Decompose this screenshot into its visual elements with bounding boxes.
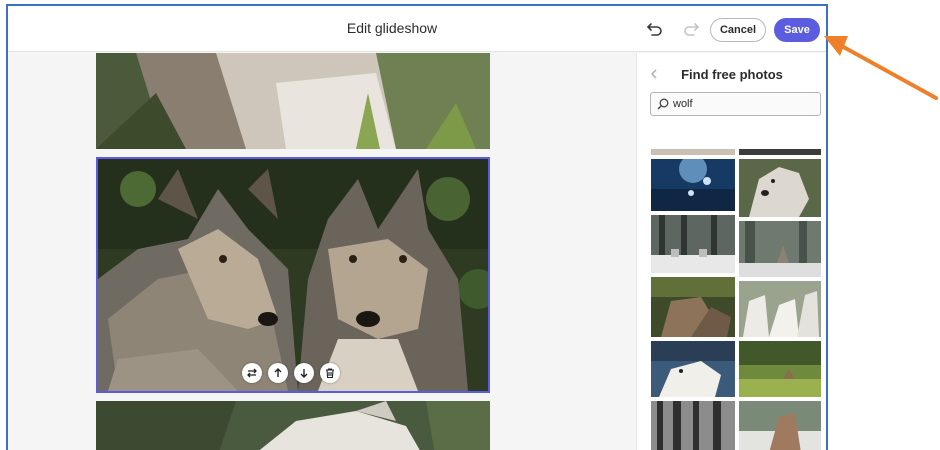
slide-wolf-closeup[interactable] [96,53,490,149]
slides-canvas[interactable] [8,53,636,450]
photo-thumbnail[interactable] [651,149,735,155]
photo-thumbnail[interactable] [739,149,821,155]
glideshow-editor-window: Edit glideshow Cancel Save Find free pho… [6,4,828,450]
photo-thumbnail[interactable] [739,401,821,450]
photo-thumbnail[interactable] [739,221,821,277]
slide-white-wolf[interactable] [96,401,490,450]
search-icon [656,97,670,111]
panel-title: Find free photos [681,67,783,82]
search-input[interactable] [673,96,813,112]
arrow-up-icon[interactable] [268,363,288,383]
slide-toolbar [242,363,340,383]
cancel-button[interactable]: Cancel [710,18,766,42]
editor-header: Edit glideshow Cancel Save [8,6,826,52]
photo-thumbnail[interactable] [739,159,821,217]
trash-icon[interactable] [320,363,340,383]
photo-thumbnail[interactable] [651,159,735,211]
photo-thumbnail[interactable] [739,281,821,337]
save-button[interactable]: Save [774,18,820,42]
photo-thumbnail[interactable] [651,277,735,337]
search-field[interactable] [650,92,821,116]
swap-icon[interactable] [242,363,262,383]
photo-thumbnail[interactable] [651,341,735,397]
photo-thumbnail[interactable] [739,341,821,397]
find-free-photos-panel: Find free photos [636,53,826,450]
annotation-arrow [824,36,938,100]
arrow-down-icon[interactable] [294,363,314,383]
undo-icon[interactable] [644,18,666,40]
photo-thumbnail[interactable] [651,401,735,450]
redo-icon[interactable] [680,18,702,40]
photo-thumbnail[interactable] [651,215,735,273]
slide-two-wolves-selected[interactable] [96,157,490,393]
